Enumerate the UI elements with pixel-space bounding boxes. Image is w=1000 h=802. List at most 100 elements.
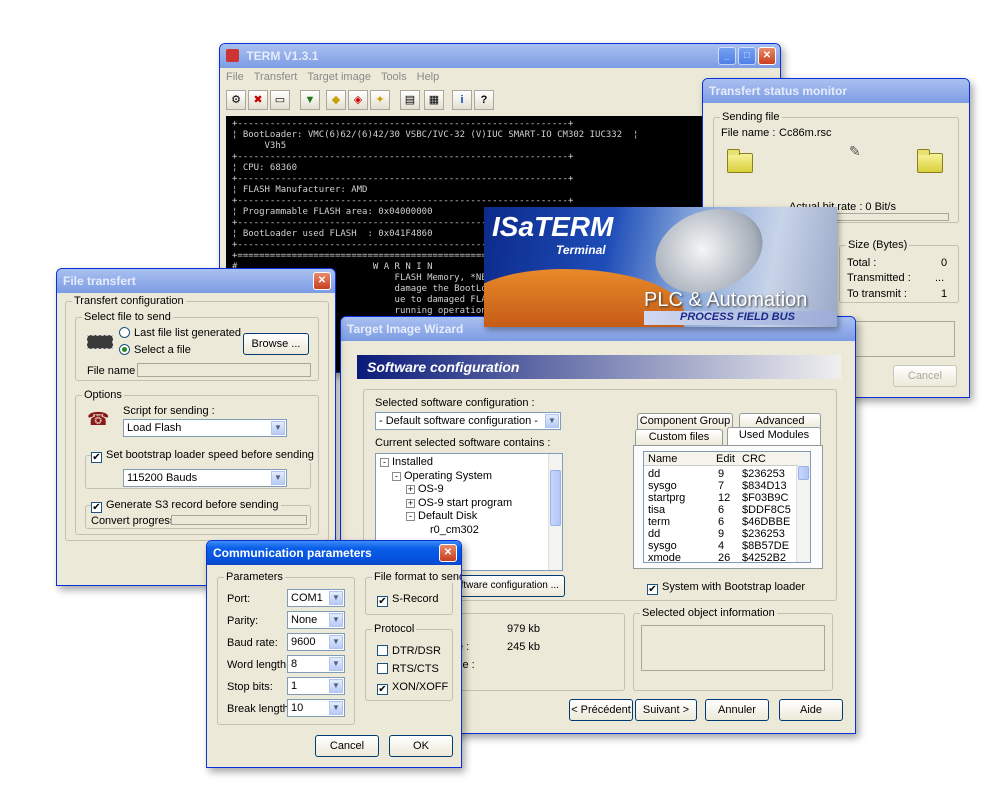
tree-node[interactable]: r0_cm302 xyxy=(430,524,479,536)
transfer-config-label: Transfert configuration xyxy=(72,295,186,307)
menu-tools[interactable]: Tools xyxy=(381,68,407,86)
terminal-icon[interactable]: ▭ xyxy=(270,90,290,110)
collapse-icon[interactable]: - xyxy=(392,471,401,481)
bootstrap-checkbox[interactable]: ✔ Set bootstrap loader speed before sendi… xyxy=(91,449,317,463)
xon-xoff-label: XON/XOFF xyxy=(392,681,449,693)
tree-node[interactable]: - Operating System xyxy=(392,470,492,482)
script-dropdown[interactable]: Load Flash ▼ xyxy=(123,419,287,437)
expand-icon[interactable]: + xyxy=(406,498,415,508)
dtr-dsr-label: DTR/DSR xyxy=(392,645,441,657)
close-button[interactable]: ✕ xyxy=(758,47,776,65)
break-length-value: 10 xyxy=(291,702,304,714)
module-edit: 6 xyxy=(718,504,725,516)
stop-bits-dropdown[interactable]: 1 ▼ xyxy=(287,677,345,695)
file-transfer-title-bar[interactable]: File transfert ✕ xyxy=(57,269,335,293)
bootstrap-system-label: System with Bootstrap loader xyxy=(662,581,806,593)
toolbar: ⚙ ✖ ▭ ▼ ◆ ◈ ✦ ▤ ▦ i ? xyxy=(220,86,780,114)
comm-cancel-button[interactable]: Cancel xyxy=(315,735,379,757)
radio-select-icon xyxy=(119,344,130,355)
monitor-title-bar[interactable]: Transfert status monitor xyxy=(703,79,969,103)
script-value: Load Flash xyxy=(127,422,182,434)
port-value: COM1 xyxy=(291,592,323,604)
baud-value: 115200 Bauds xyxy=(127,472,198,484)
modules-scrollbar[interactable] xyxy=(796,452,810,562)
col-edit[interactable]: Edit xyxy=(716,453,735,465)
tree-node[interactable]: - Installed xyxy=(380,456,433,468)
word-length-dropdown[interactable]: 8 ▼ xyxy=(287,655,345,673)
baud-rate-label: Baud rate: xyxy=(227,637,278,649)
rts-cts-checkbox[interactable]: RTS/CTS xyxy=(377,663,439,675)
total-value: 0 xyxy=(941,257,948,269)
col-name[interactable]: Name xyxy=(648,453,677,465)
menu-target-image[interactable]: Target image xyxy=(307,68,371,86)
tree-node[interactable]: + OS-9 xyxy=(406,483,444,495)
expand-icon[interactable]: + xyxy=(406,485,415,494)
term-title-bar[interactable]: TERM V1.3.1 _ □ ✕ xyxy=(220,44,780,68)
disconnect-icon[interactable]: ✖ xyxy=(248,90,268,110)
software-config-button[interactable]: oftware configuration ... xyxy=(449,575,565,597)
software-config-dropdown[interactable]: - Default software configuration - ▼ xyxy=(375,412,561,430)
wizard-help-button[interactable]: Aide xyxy=(779,699,843,721)
file-name-label: File name : xyxy=(721,127,776,139)
selected-config-label: Selected software configuration : xyxy=(375,397,535,409)
tab-component-group[interactable]: Component Group xyxy=(637,413,733,429)
word-length-label: Word length: xyxy=(227,659,290,671)
tab-used-modules[interactable]: Used Modules xyxy=(727,427,821,445)
chevron-down-icon: ▼ xyxy=(329,613,343,627)
tree-scrollbar[interactable] xyxy=(548,454,562,570)
parity-dropdown[interactable]: None ▼ xyxy=(287,611,345,629)
bootstrap-system-checkbox[interactable]: ✔ System with Bootstrap loader xyxy=(647,581,805,595)
used-modules-list[interactable]: Name Edit CRC dd 9 $236253 sysgo 7 $834D13 sta… xyxy=(643,451,811,563)
wizard-icon[interactable]: ✦ xyxy=(370,90,390,110)
collapse-icon[interactable]: - xyxy=(406,512,415,521)
comm-title-bar[interactable]: Communication parameters ✕ xyxy=(207,541,461,565)
comm-ok-button[interactable]: OK xyxy=(389,735,453,757)
module-name: dd xyxy=(648,468,661,480)
dtr-dsr-checkbox[interactable]: DTR/DSR xyxy=(377,645,441,657)
monitor-cancel-button[interactable]: Cancel xyxy=(893,365,957,387)
s3-checkbox[interactable]: ✔ Generate S3 record before sending xyxy=(91,499,282,513)
tree-node[interactable]: + OS-9 start program xyxy=(406,497,512,509)
options-icon[interactable]: ▦ xyxy=(424,90,444,110)
radio-select-file[interactable]: Select a file xyxy=(119,344,191,356)
console-line: +---------------------------------------… xyxy=(232,196,574,206)
collapse-icon[interactable]: - xyxy=(380,458,389,467)
minimize-button[interactable]: _ xyxy=(718,47,736,65)
send-icon[interactable]: ◆ xyxy=(326,90,346,110)
modules-header: Name Edit CRC xyxy=(644,452,798,466)
connect-icon[interactable]: ⚙ xyxy=(226,90,246,110)
menu-help[interactable]: Help xyxy=(417,68,440,86)
tab-custom-files[interactable]: Custom files xyxy=(635,429,723,445)
chevron-down-icon: ▼ xyxy=(329,591,343,605)
settings-icon[interactable]: ▤ xyxy=(400,90,420,110)
menu-transfert[interactable]: Transfert xyxy=(254,68,298,86)
convert-progress-bar xyxy=(171,515,307,525)
xon-xoff-checkbox[interactable]: ✔ XON/XOFF xyxy=(377,681,448,695)
close-icon[interactable]: ✕ xyxy=(313,272,331,290)
previous-button[interactable]: < Précédent xyxy=(569,699,633,721)
port-dropdown[interactable]: COM1 ▼ xyxy=(287,589,345,607)
info-icon[interactable]: i xyxy=(452,90,472,110)
file-name-field[interactable] xyxy=(137,363,311,377)
close-icon[interactable]: ✕ xyxy=(439,544,457,562)
radio-last-file[interactable]: Last file list generated xyxy=(119,327,241,339)
parity-value: None xyxy=(291,614,318,626)
tree-node[interactable]: - Default Disk xyxy=(406,510,477,522)
maximize-button[interactable]: □ xyxy=(738,47,756,65)
srecord-checkbox[interactable]: ✔ S-Record xyxy=(377,593,438,607)
tree-node-label: Installed xyxy=(392,456,433,468)
download-icon[interactable]: ▼ xyxy=(300,90,320,110)
next-button[interactable]: Suivant > xyxy=(635,699,697,721)
break-length-dropdown[interactable]: 10 ▼ xyxy=(287,699,345,717)
browse-button[interactable]: Browse ... xyxy=(243,333,309,355)
menu-file[interactable]: File xyxy=(226,68,244,86)
console-line: V3h5 xyxy=(232,141,287,151)
baud-rate-dropdown[interactable]: 9600 ▼ xyxy=(287,633,345,651)
wizard-cancel-button[interactable]: Annuler xyxy=(705,699,769,721)
to-transmit-value: 1 xyxy=(941,288,948,300)
transfer-icon[interactable]: ◈ xyxy=(348,90,368,110)
col-crc[interactable]: CRC xyxy=(742,453,766,465)
help-icon[interactable]: ? xyxy=(474,90,494,110)
phone-icon: ☎ xyxy=(87,409,110,429)
baud-dropdown[interactable]: 115200 Bauds ▼ xyxy=(123,469,287,487)
